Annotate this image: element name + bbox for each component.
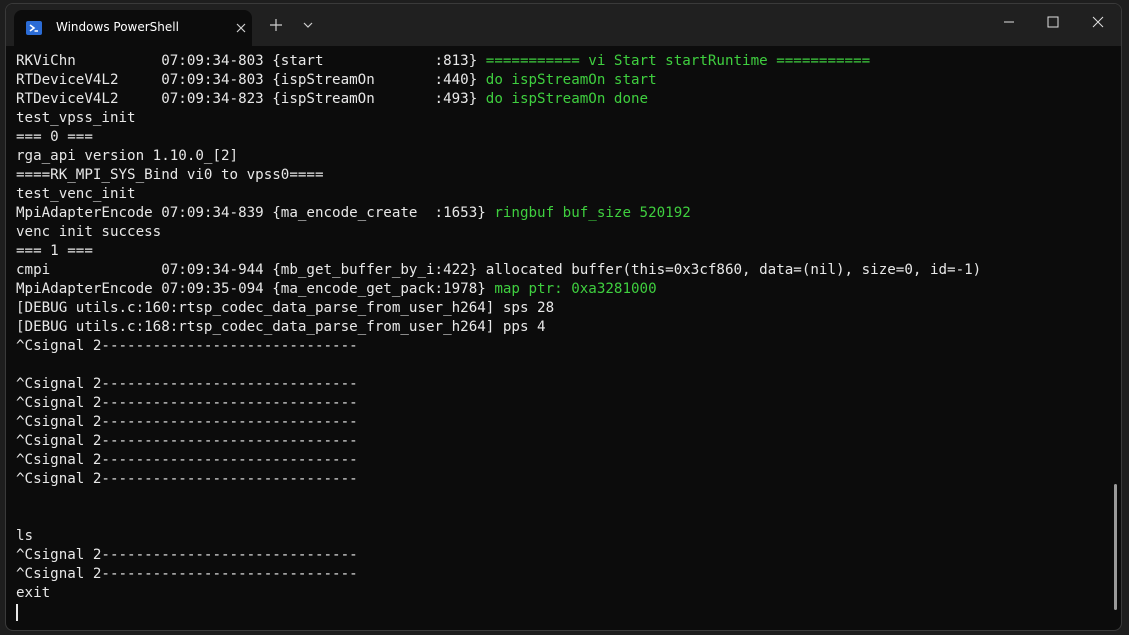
terminal-line: ^Csignal 2------------------------------ — [16, 375, 1106, 394]
terminal-line-text: exit — [16, 585, 51, 601]
terminal-line: ^Csignal 2------------------------------ — [16, 546, 1106, 565]
terminal-line: ^Csignal 2------------------------------ — [16, 565, 1106, 584]
terminal-line-highlight: map ptr: 0xa3281000 — [494, 281, 657, 297]
terminal-line: [DEBUG utils.c:160:rtsp_codec_data_parse… — [16, 299, 1106, 318]
terminal-line-highlight: ringbuf buf_size 520192 — [494, 205, 691, 221]
terminal-line: ^Csignal 2------------------------------ — [16, 432, 1106, 451]
terminal-line-highlight: do ispStreamOn start — [485, 72, 657, 88]
terminal-line-text: rga_api version 1.10.0_[2] — [16, 148, 239, 164]
terminal-line: exit — [16, 584, 1106, 603]
terminal-output[interactable]: RKViChn 07:09:34-803 {start :813} ======… — [6, 46, 1106, 630]
terminal-line-text: ^Csignal 2------------------------------ — [16, 376, 358, 392]
terminal-line: === 1 === — [16, 242, 1106, 261]
terminal-line-text: === 1 === — [16, 243, 93, 259]
close-icon[interactable] — [234, 21, 248, 35]
terminal-line: [DEBUG utils.c:168:rtsp_codec_data_parse… — [16, 318, 1106, 337]
terminal-line: RTDeviceV4L2 07:09:34-823 {ispStreamOn :… — [16, 90, 1106, 109]
terminal-line-highlight: =========== vi Start startRuntime ======… — [485, 53, 871, 69]
terminal-line: ^Csignal 2------------------------------ — [16, 337, 1106, 356]
text-cursor — [16, 603, 18, 621]
terminal-line: test_venc_init — [16, 185, 1106, 204]
terminal-line: rga_api version 1.10.0_[2] — [16, 147, 1106, 166]
terminal-line-text: ^Csignal 2------------------------------ — [16, 471, 358, 487]
terminal-line-text: ====RK_MPI_SYS_Bind vi0 to vpss0==== — [16, 167, 324, 183]
terminal-line-text: ls — [16, 528, 34, 544]
terminal-line-text: === 0 === — [16, 129, 93, 145]
close-window-icon[interactable] — [1090, 14, 1106, 30]
terminal-line-text: [DEBUG utils.c:168:rtsp_codec_data_parse… — [16, 319, 546, 335]
terminal-line-text: RKViChn 07:09:34-803 {start :813} — [16, 53, 486, 69]
terminal-line-highlight: do ispStreamOn done — [485, 91, 649, 107]
terminal-line: ^Csignal 2------------------------------ — [16, 470, 1106, 489]
minimize-icon[interactable] — [1001, 14, 1017, 30]
terminal-line-text: RTDeviceV4L2 07:09:34-803 {ispStreamOn :… — [16, 72, 486, 88]
terminal-line-text: RTDeviceV4L2 07:09:34-823 {ispStreamOn :… — [16, 91, 486, 107]
terminal-line: ls — [16, 527, 1106, 546]
terminal-line: RTDeviceV4L2 07:09:34-803 {ispStreamOn :… — [16, 71, 1106, 90]
terminal-line-text: ^Csignal 2------------------------------ — [16, 452, 358, 468]
plus-icon[interactable] — [268, 17, 284, 33]
scrollbar-thumb[interactable] — [1114, 484, 1117, 610]
terminal-line-text: ^Csignal 2------------------------------ — [16, 566, 358, 582]
terminal-line: ^Csignal 2------------------------------ — [16, 413, 1106, 432]
terminal-line: test_vpss_init — [16, 109, 1106, 128]
terminal-line: venc init success — [16, 223, 1106, 242]
terminal-line-text: ^Csignal 2------------------------------ — [16, 433, 358, 449]
terminal-line-text: [DEBUG utils.c:160:rtsp_codec_data_parse… — [16, 300, 555, 316]
terminal-line: MpiAdapterEncode 07:09:35-094 {ma_encode… — [16, 280, 1106, 299]
terminal-line-text: venc init success — [16, 224, 162, 240]
terminal-line-text: MpiAdapterEncode 07:09:34-839 {ma_encode… — [16, 205, 495, 221]
maximize-icon[interactable] — [1045, 14, 1061, 30]
terminal-line-text: test_venc_init — [16, 186, 136, 202]
terminal-line-text: MpiAdapterEncode 07:09:35-094 {ma_encode… — [16, 281, 495, 297]
terminal-line: cmpi 07:09:34-944 {mb_get_buffer_by_i:42… — [16, 261, 1106, 280]
terminal-line-text: test_vpss_init — [16, 110, 136, 126]
terminal-line-text: cmpi 07:09:34-944 {mb_get_buffer_by_i:42… — [16, 262, 982, 278]
terminal-line: RKViChn 07:09:34-803 {start :813} ======… — [16, 52, 1106, 71]
title-bar[interactable]: Windows PowerShell — [6, 4, 1121, 46]
tab-windows-powershell[interactable]: Windows PowerShell — [14, 10, 252, 46]
terminal-line: ^Csignal 2------------------------------ — [16, 451, 1106, 470]
powershell-icon — [26, 21, 42, 35]
powershell-window: Windows PowerShell RKViChn 07:09:34-803 … — [5, 3, 1122, 631]
prompt-line[interactable] — [16, 603, 1106, 622]
terminal-line-text: ^Csignal 2------------------------------ — [16, 547, 358, 563]
terminal-line-text: ^Csignal 2------------------------------ — [16, 395, 358, 411]
terminal-line-text: ^Csignal 2------------------------------ — [16, 414, 358, 430]
terminal-line: === 0 === — [16, 128, 1106, 147]
terminal-line: ====RK_MPI_SYS_Bind vi0 to vpss0==== — [16, 166, 1106, 185]
terminal-line-text: ^Csignal 2------------------------------ — [16, 338, 358, 354]
terminal-line: ^Csignal 2------------------------------ — [16, 394, 1106, 413]
chevron-down-icon[interactable] — [302, 20, 314, 30]
terminal-line: MpiAdapterEncode 07:09:34-839 {ma_encode… — [16, 204, 1106, 223]
tab-title: Windows PowerShell — [56, 20, 179, 34]
